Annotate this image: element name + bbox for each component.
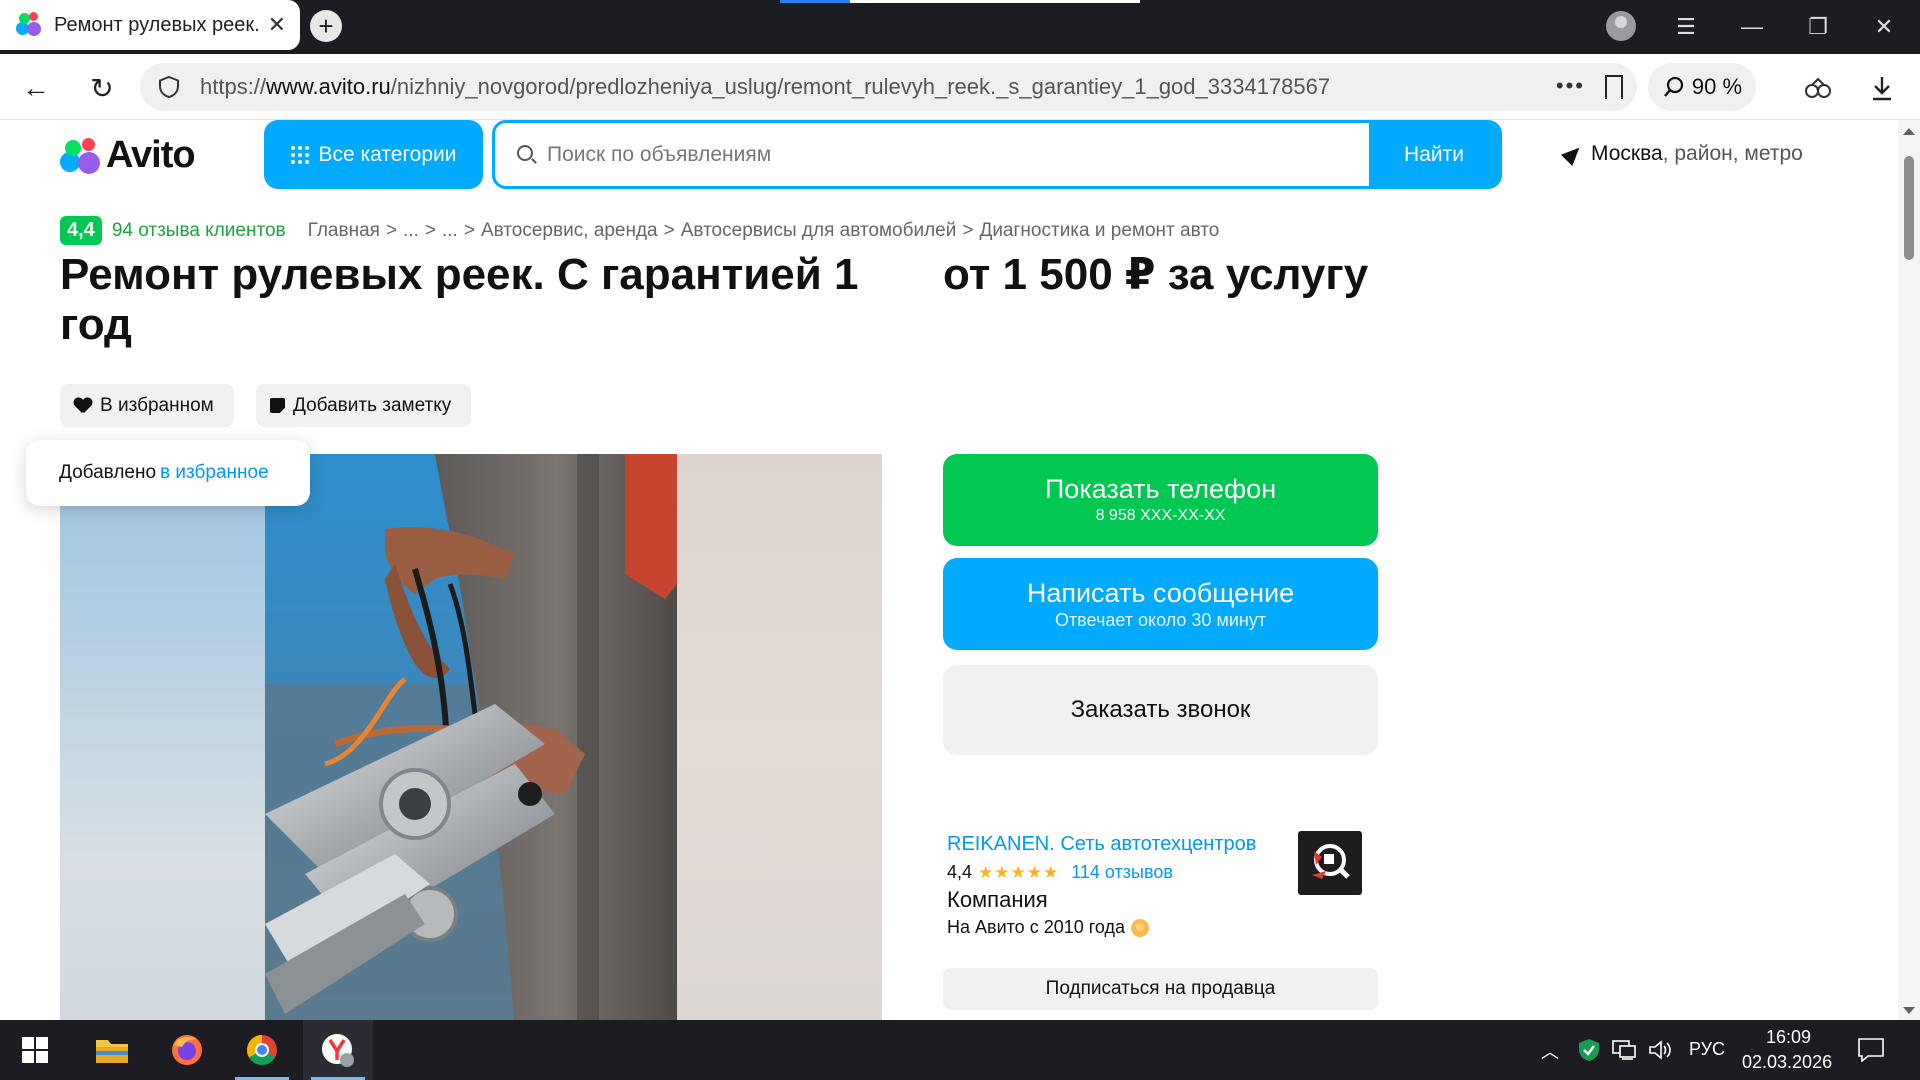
reviews-link[interactable]: 94 отзыва клиентов — [112, 220, 286, 242]
yandex-browser-icon[interactable] — [303, 1020, 373, 1080]
clock-date[interactable]: 02.03.2026 — [1742, 1052, 1832, 1073]
minimize-icon[interactable]: — — [1722, 0, 1782, 54]
scroll-down-icon[interactable] — [1903, 1007, 1915, 1014]
scrollbar-thumb[interactable] — [1904, 156, 1914, 260]
shield-icon — [159, 75, 179, 99]
page-viewport: Avito Все категории Поиск по объявлениям… — [0, 120, 1898, 1020]
breadcrumb-item[interactable]: ... — [442, 220, 458, 242]
show-hidden-icons[interactable]: ︿ — [1541, 1038, 1559, 1064]
breadcrumb-item[interactable]: Главная — [308, 220, 380, 242]
listing-photo[interactable] — [60, 454, 882, 1020]
avito-logo[interactable]: Avito — [60, 134, 196, 177]
network-icon[interactable] — [1612, 1040, 1636, 1065]
note-icon — [270, 398, 285, 413]
zoom-indicator[interactable]: 90 % — [1648, 63, 1756, 111]
medal-icon — [1131, 918, 1150, 937]
breadcrumb-item[interactable]: Диагностика и ремонт авто — [979, 220, 1219, 242]
tab-close-icon[interactable]: ✕ — [268, 12, 286, 38]
page-load-progress — [780, 0, 1140, 3]
location-selector[interactable]: Москва, район, метро — [1560, 141, 1803, 167]
address-bar: ← ↻ https://www.avito.ru/nizhniy_novgoro… — [0, 54, 1920, 120]
windows-start-icon[interactable] — [0, 1020, 70, 1080]
zoom-magnifier-icon — [1664, 76, 1684, 97]
favorites-link[interactable]: в избранное — [160, 462, 269, 484]
scroll-up-icon[interactable] — [1903, 128, 1915, 135]
reload-icon[interactable]: ↻ — [82, 68, 122, 108]
file-explorer-icon[interactable] — [77, 1020, 147, 1080]
breadcrumb-item[interactable]: Автосервисы для автомобилей — [681, 220, 957, 242]
download-icon[interactable] — [1862, 68, 1902, 108]
all-categories-button[interactable]: Все категории — [264, 120, 483, 189]
subscribe-seller-button[interactable]: Подписаться на продавца — [943, 968, 1378, 1010]
send-message-button[interactable]: Написать сообщение Отвечает около 30 мин… — [943, 558, 1378, 650]
browser-tab-active[interactable]: Ремонт рулевых реек. С гарантией 1 год ✕ — [0, 0, 300, 50]
breadcrumb-item[interactable]: ... — [403, 220, 419, 242]
security-shield-icon[interactable] — [1578, 1038, 1600, 1067]
show-phone-button[interactable]: Показать телефон 8 958 XXX-XX-XX — [943, 454, 1378, 546]
grid-dots-icon — [290, 145, 309, 164]
location-arrow-icon — [1560, 141, 1586, 167]
search-bar[interactable]: Поиск по объявлениям Найти — [492, 120, 1502, 189]
search-icon — [517, 145, 533, 161]
price: от 1 500 ₽ за услугу — [943, 250, 1369, 299]
steering-rack-repair-image — [265, 454, 677, 1020]
search-button[interactable]: Найти — [1369, 123, 1499, 186]
more-options-icon[interactable]: ••• — [1556, 73, 1585, 99]
new-tab-button[interactable]: + — [310, 10, 342, 42]
url-text: https://www.avito.ru/nizhniy_novgorod/pr… — [200, 74, 1331, 99]
taskbar: ︿ РУС 16:09 02.03.2026 — [0, 1020, 1920, 1080]
breadcrumb: 4,4 94 отзыва клиентов Главная > ... > .… — [60, 216, 1219, 245]
notifications-icon[interactable] — [1858, 1038, 1884, 1067]
chrome-icon[interactable] — [227, 1020, 297, 1080]
restore-icon[interactable]: ❐ — [1788, 0, 1848, 54]
browser-menu-icon[interactable]: ☰ — [1656, 0, 1716, 54]
star-rating-icon: ★★★★★ — [978, 862, 1060, 882]
favorite-button[interactable]: В избранном — [60, 384, 234, 427]
firefox-icon[interactable] — [152, 1020, 222, 1080]
heart-icon — [74, 398, 92, 414]
profile-avatar[interactable] — [1606, 11, 1636, 41]
url-field[interactable]: https://www.avito.ru/nizhniy_novgorod/pr… — [140, 63, 1637, 111]
breadcrumb-item[interactable]: Автосервис, аренда — [481, 220, 658, 242]
avito-favicon-icon — [16, 12, 42, 38]
rating-badge: 4,4 — [60, 216, 102, 245]
clock-time[interactable]: 16:09 — [1766, 1027, 1811, 1048]
avito-logo-icon — [60, 137, 100, 174]
search-input[interactable]: Поиск по объявлениям — [547, 143, 771, 167]
add-note-button[interactable]: Добавить заметку — [256, 384, 472, 427]
seller-since: На Авито с 2010 года — [947, 917, 1377, 938]
language-indicator[interactable]: РУС — [1689, 1039, 1725, 1060]
browser-tab-bar: Ремонт рулевых реек. С гарантией 1 год ✕… — [0, 0, 1920, 54]
seller-logo[interactable] — [1298, 831, 1362, 895]
extensions-icon[interactable] — [1798, 68, 1838, 108]
favorite-toast: Добавлено в избранное — [26, 440, 310, 506]
page-scrollbar[interactable] — [1898, 120, 1920, 1020]
seller-reviews-link[interactable]: 114 отзывов — [1071, 862, 1173, 883]
volume-icon[interactable] — [1648, 1040, 1672, 1065]
avito-logo-text: Avito — [106, 134, 196, 176]
close-window-icon[interactable]: ✕ — [1854, 0, 1914, 54]
zoom-level: 90 % — [1691, 74, 1743, 99]
back-arrow-icon[interactable]: ← — [16, 68, 56, 108]
request-callback-button[interactable]: Заказать звонок — [943, 665, 1378, 755]
tab-title: Ремонт рулевых реек. С гарантией 1 год — [54, 13, 260, 36]
reikanen-logo-icon — [1312, 844, 1350, 879]
page-title: Ремонт рулевых реек. С гарантией 1 год — [60, 250, 859, 349]
bookmark-icon[interactable] — [1605, 75, 1623, 99]
